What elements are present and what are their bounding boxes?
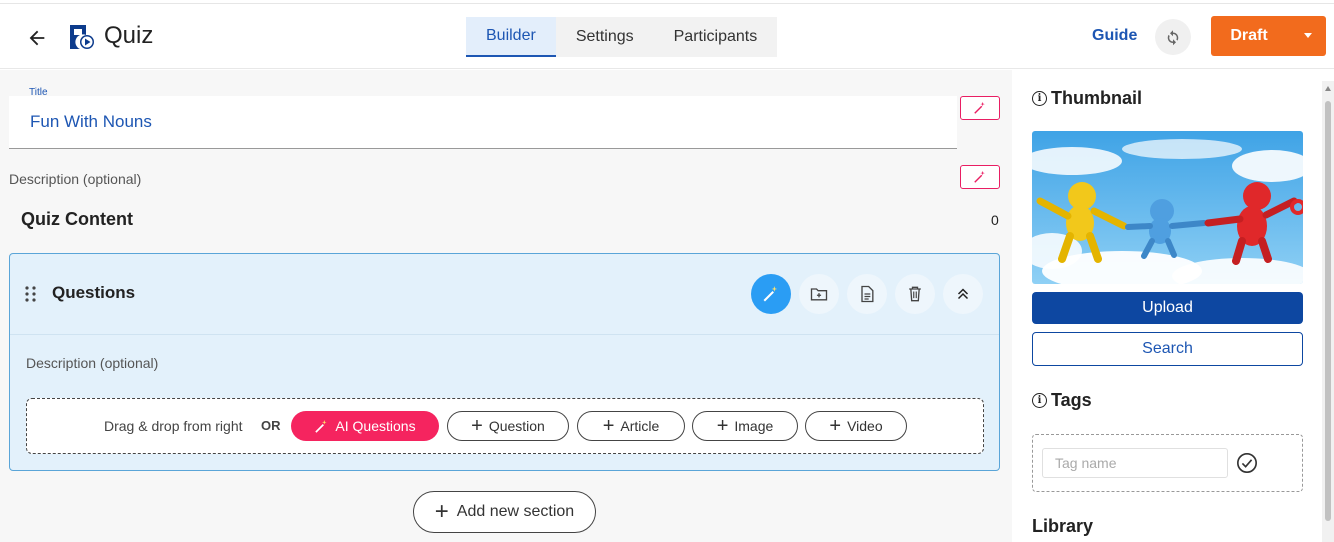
questions-section: Questions Description (optional) Drag & …: [9, 253, 1000, 471]
library-heading: Library: [1032, 516, 1094, 536]
quiz-logo-icon: [70, 25, 94, 49]
upload-button[interactable]: Upload: [1032, 292, 1303, 324]
monkeys-thumbnail-illustration: [1032, 131, 1303, 284]
document-button[interactable]: [847, 274, 887, 314]
add-image-label: Image: [734, 418, 774, 434]
add-video-label: Video: [847, 418, 883, 434]
trash-icon: [909, 286, 921, 302]
tab-participants[interactable]: Participants: [654, 17, 778, 57]
info-icon[interactable]: i: [1032, 91, 1047, 106]
add-folder-button[interactable]: [799, 274, 839, 314]
collapse-section-button[interactable]: [943, 274, 983, 314]
add-video-button[interactable]: + Video: [805, 411, 907, 441]
app-header: Quiz Builder Settings Participants Guide…: [0, 5, 1334, 69]
check-circle-icon[interactable]: [1236, 452, 1258, 474]
top-border: [0, 0, 1334, 4]
sync-button[interactable]: [1155, 19, 1191, 55]
draft-label: Draft: [1230, 27, 1268, 44]
ai-title-button[interactable]: [960, 96, 1000, 120]
sync-icon: [1167, 30, 1179, 46]
tag-box: [1032, 434, 1303, 492]
ai-questions-label: AI Questions: [335, 418, 416, 434]
builder-main: Title Fun With Nouns Description (option…: [0, 70, 1012, 542]
ai-description-button[interactable]: [960, 165, 1000, 189]
add-article-button[interactable]: + Article: [577, 411, 685, 441]
plus-icon: +: [471, 415, 483, 437]
add-article-label: Article: [620, 418, 660, 434]
or-text: OR: [261, 418, 281, 433]
magic-wand-icon: [315, 419, 328, 433]
add-question-button[interactable]: + Question: [447, 411, 569, 441]
tab-builder[interactable]: Builder: [466, 17, 556, 57]
add-new-section-button[interactable]: + Add new section: [413, 491, 596, 533]
drag-handle-icon[interactable]: [24, 285, 38, 303]
thumbnail-heading: i Thumbnail: [1032, 88, 1142, 109]
plus-icon: +: [434, 498, 449, 525]
quiz-content-heading: Quiz Content: [21, 209, 133, 229]
plus-icon: +: [829, 415, 842, 437]
right-panel-scrollbar[interactable]: [1322, 81, 1334, 542]
tab-bar: Builder Settings Participants: [466, 17, 778, 57]
draft-button[interactable]: Draft: [1211, 16, 1326, 56]
tags-heading: i Tags: [1032, 390, 1092, 411]
back-button[interactable]: [22, 23, 52, 53]
section-description-field[interactable]: Description (optional): [26, 355, 158, 371]
info-icon[interactable]: i: [1032, 393, 1047, 408]
ai-questions-button[interactable]: AI Questions: [291, 411, 439, 441]
tag-name-input[interactable]: [1042, 448, 1228, 478]
document-icon: [861, 285, 874, 303]
arrow-left-icon: [29, 30, 45, 46]
drop-hint-text: Drag & drop from right: [104, 418, 243, 434]
scroll-up-icon[interactable]: [1325, 86, 1331, 91]
tags-heading-label: Tags: [1051, 390, 1092, 410]
add-image-button[interactable]: + Image: [692, 411, 798, 441]
tab-settings[interactable]: Settings: [556, 17, 654, 57]
title-value[interactable]: Fun With Nouns: [30, 112, 152, 132]
quiz-content-count: 0: [991, 212, 999, 228]
plus-icon: +: [716, 415, 729, 437]
chevron-down-icon[interactable]: [1304, 33, 1312, 38]
section-divider: [10, 334, 999, 335]
search-button[interactable]: Search: [1032, 332, 1303, 366]
section-title[interactable]: Questions: [52, 283, 135, 303]
scroll-thumb[interactable]: [1325, 101, 1331, 521]
section-toolbar: [751, 274, 983, 314]
folder-plus-icon: [810, 288, 828, 301]
magic-wand-icon: [974, 101, 985, 114]
thumbnail-image: [1032, 131, 1303, 284]
right-panel: i Thumbnail Upload Search i Tags Tag nam…: [1014, 81, 1320, 542]
magic-wand-icon: [974, 170, 985, 183]
thumbnail-heading-label: Thumbnail: [1051, 88, 1142, 108]
add-new-section-label: Add new section: [456, 503, 575, 520]
drop-zone[interactable]: Drag & drop from right OR AI Questions +…: [26, 398, 984, 454]
chevrons-up-icon: [957, 288, 969, 300]
app-title: Quiz: [104, 22, 154, 49]
plus-icon: +: [602, 415, 615, 437]
description-field[interactable]: Description (optional): [9, 171, 141, 187]
add-question-label: Question: [488, 418, 545, 434]
delete-section-button[interactable]: [895, 274, 935, 314]
title-label: Title: [29, 87, 48, 98]
ai-generate-button[interactable]: [751, 274, 791, 314]
magic-wand-icon: [763, 286, 778, 302]
title-field[interactable]: Title Fun With Nouns: [9, 87, 957, 149]
guide-link[interactable]: Guide: [1092, 27, 1137, 45]
